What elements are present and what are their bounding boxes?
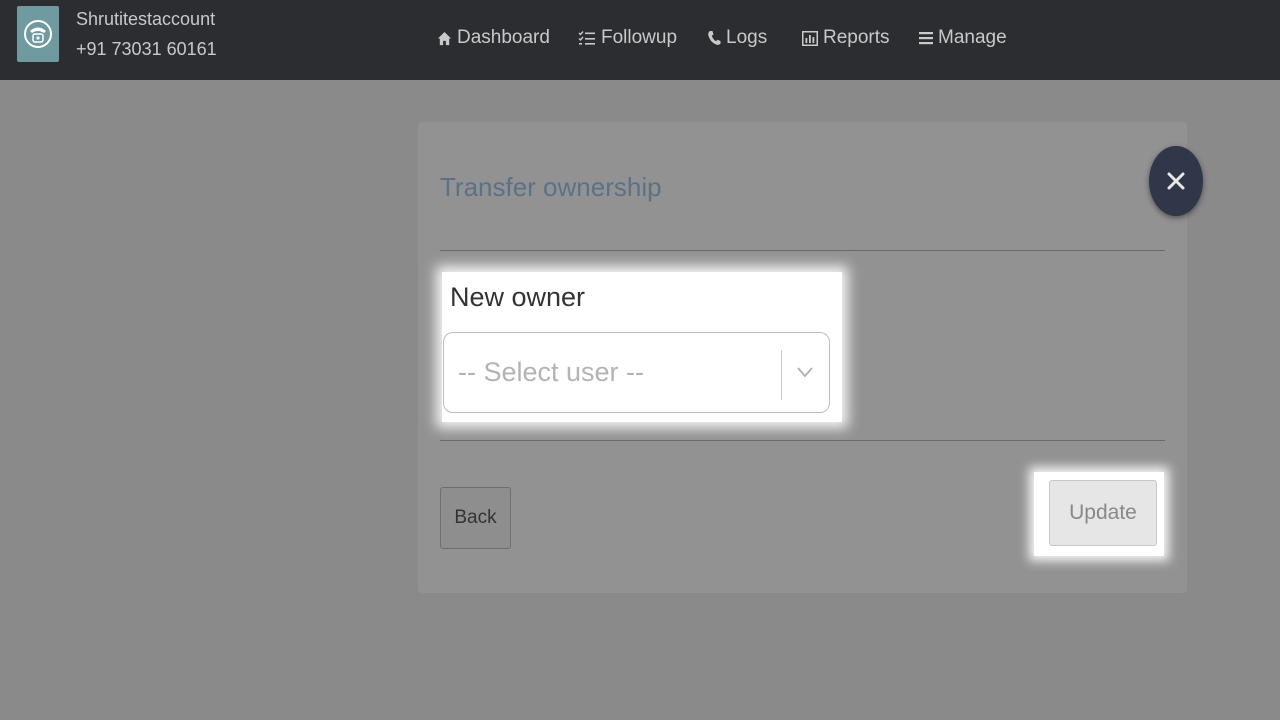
nav-followup[interactable]: Followup (578, 24, 677, 52)
account-phone: +91 73031 60161 (76, 39, 217, 59)
back-button[interactable]: Back (440, 487, 511, 549)
home-icon (437, 31, 452, 46)
nav-dashboard[interactable]: Dashboard (437, 24, 550, 52)
checklist-icon (578, 30, 596, 46)
nav-logs-label: Logs (726, 27, 768, 48)
nav-logs[interactable]: Logs (707, 24, 767, 52)
close-icon (1166, 171, 1186, 191)
divider (440, 250, 1165, 251)
select-separator (781, 350, 782, 400)
nav-manage-label: Manage (938, 27, 1007, 48)
nav-followup-label: Followup (601, 27, 678, 48)
nav-reports-label: Reports (823, 27, 890, 48)
menu-icon (919, 31, 933, 45)
nav-reports[interactable]: Reports (802, 24, 890, 52)
divider (440, 440, 1165, 441)
select-user-dropdown[interactable]: -- Select user -- (443, 332, 830, 413)
nav-dashboard-label: Dashboard (457, 27, 550, 48)
bar-chart-icon (802, 30, 818, 46)
select-placeholder: -- Select user -- (458, 357, 645, 387)
update-button[interactable]: Update (1049, 480, 1157, 546)
new-owner-label: New owner (450, 282, 586, 312)
nav-manage[interactable]: Manage (919, 24, 1007, 52)
phone-icon (707, 30, 721, 46)
telephone-icon[interactable] (17, 6, 59, 62)
close-button[interactable] (1149, 146, 1203, 216)
top-navbar: Shrutitestaccount +91 73031 60161 Dashbo… (0, 0, 1280, 80)
modal-title: Transfer ownership (440, 172, 662, 202)
account-name: Shrutitestaccount (76, 9, 216, 29)
chevron-down-icon[interactable] (796, 365, 814, 383)
transfer-ownership-modal: Transfer ownership New owner -- Select u… (418, 122, 1203, 593)
